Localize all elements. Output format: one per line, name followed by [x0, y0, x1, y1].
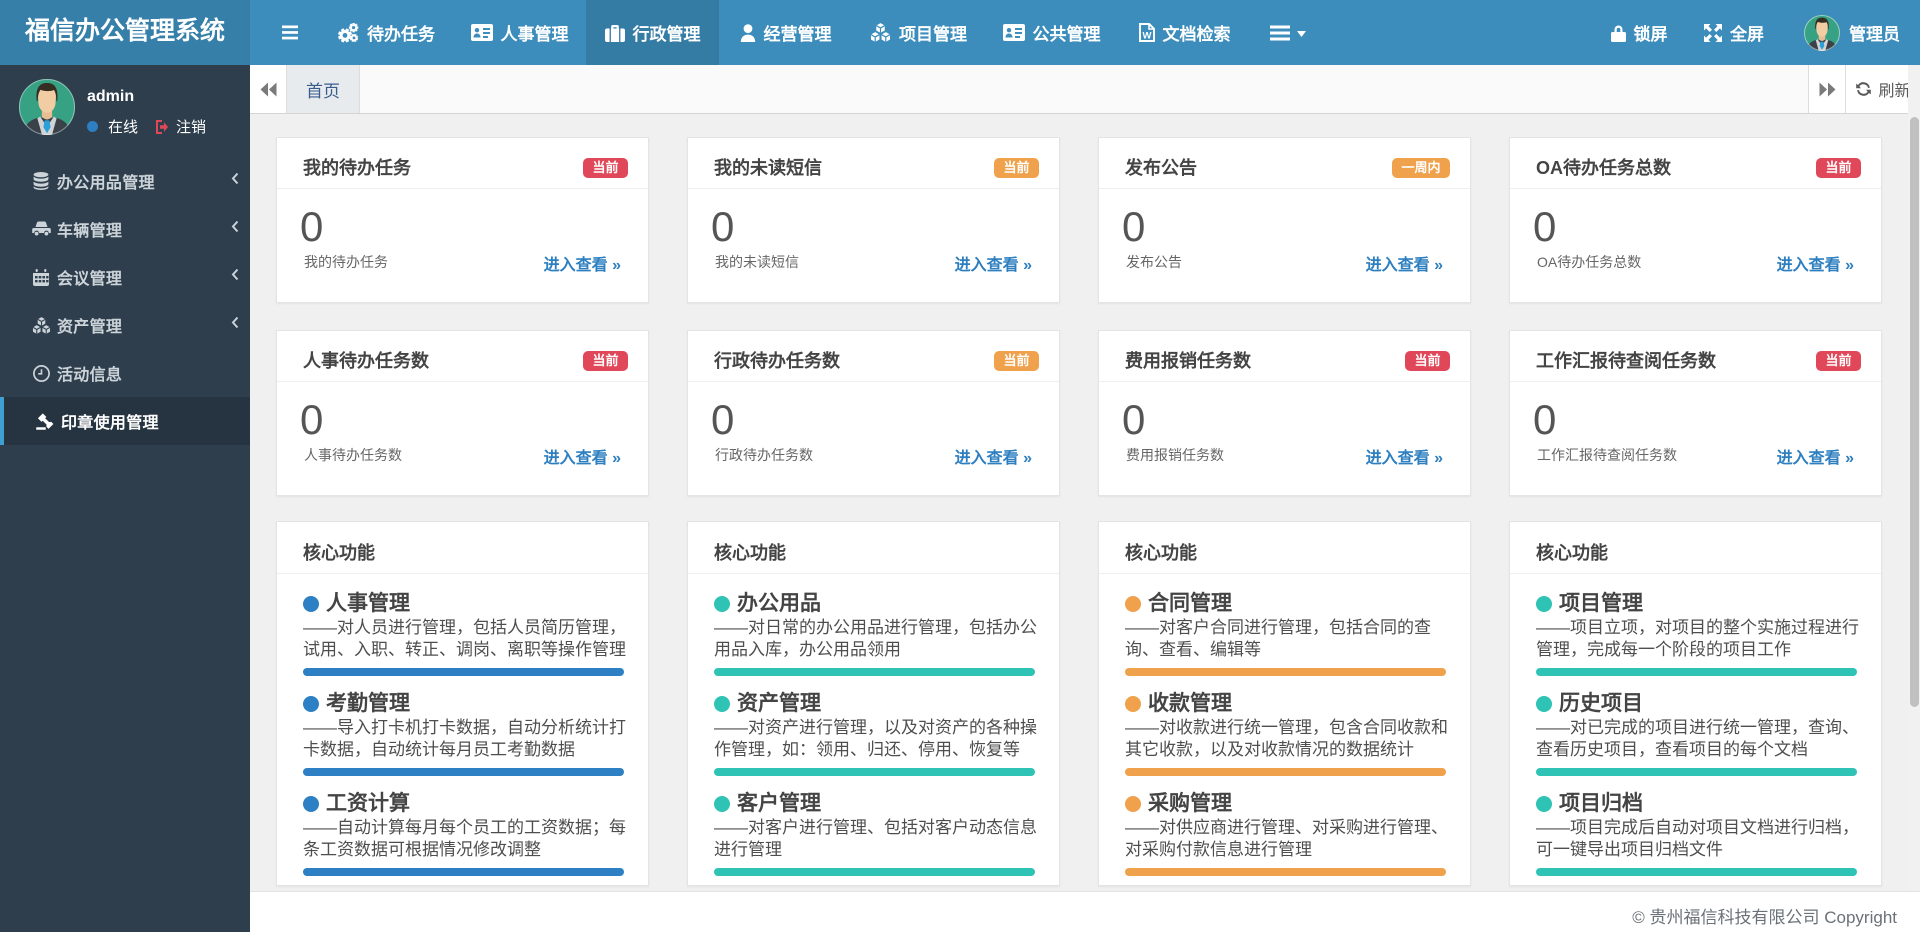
svg-text:W: W [1142, 31, 1151, 42]
